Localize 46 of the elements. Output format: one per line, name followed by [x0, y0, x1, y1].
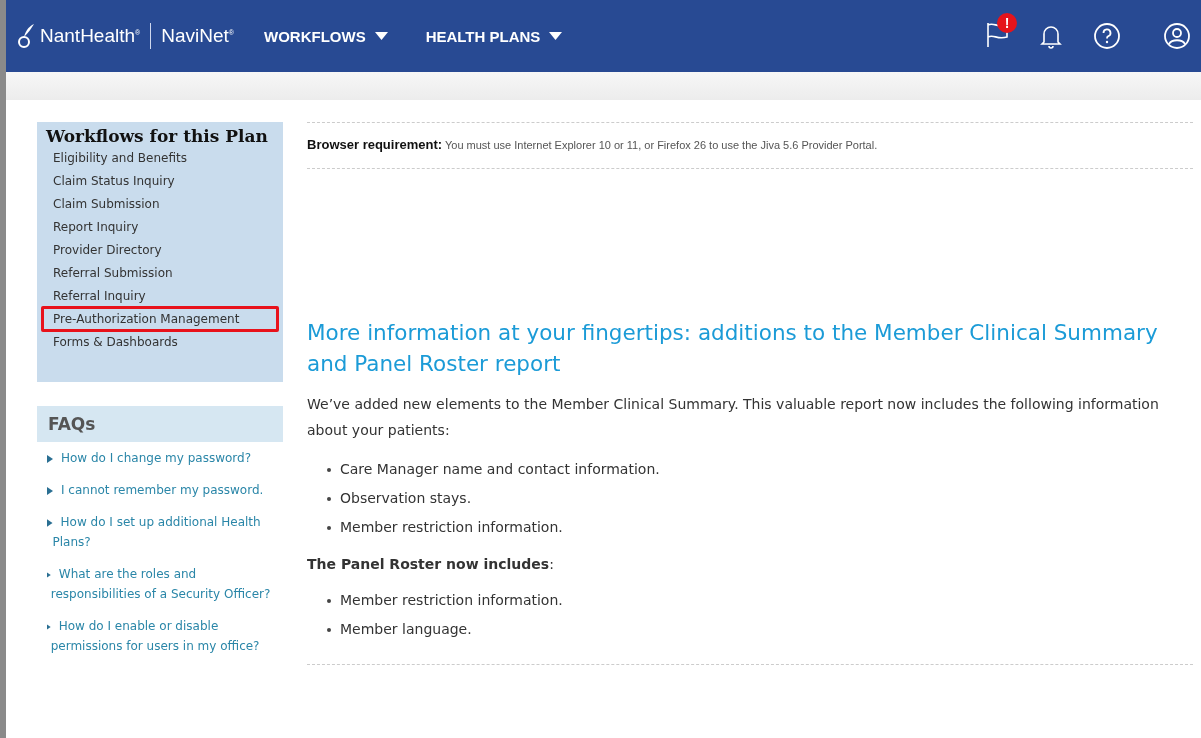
- bullet-text: Member restriction information.: [340, 518, 563, 537]
- bullet-icon: [327, 467, 331, 472]
- bullet-icon: [327, 627, 331, 632]
- faq-link[interactable]: How do I enable or disable permissions for users in my office?: [44, 616, 283, 656]
- faq-link[interactable]: How do I change my password?: [47, 448, 252, 468]
- triangle-icon: [47, 487, 53, 495]
- workflow-link[interactable]: Report Inquiry: [41, 214, 279, 240]
- caret-icon: [549, 32, 563, 40]
- workflow-link[interactable]: Forms & Dashboards: [41, 329, 279, 355]
- triangle-icon: [47, 571, 51, 579]
- alert-badge: !: [997, 13, 1017, 33]
- article-intro: We’ve added new elements to the Member Clinical Summary. This valuable report now includes the following information about your patients:: [307, 395, 1160, 440]
- bullet-text: Observation stays.: [340, 489, 472, 508]
- menu-button[interactable]: HEALTH PLANS: [425, 27, 563, 45]
- help-icon[interactable]: [1093, 22, 1121, 50]
- workflow-link[interactable]: Claim Status Inquiry: [41, 168, 279, 194]
- bullet-icon: [327, 598, 331, 603]
- workflow-link[interactable]: Provider Directory: [41, 237, 279, 263]
- panel-title: Workflows for this Plan: [46, 126, 269, 146]
- flag-icon[interactable]: [985, 20, 1009, 48]
- triangle-icon: [47, 455, 53, 463]
- article-heading: More information at your fingertips: additions to the Member Clinical Summary and Panel Roster report: [307, 319, 1159, 378]
- faq-link[interactable]: How do I set up additional Health Plans?: [46, 512, 283, 552]
- brand-name: NantHealth$^{®}$: [40, 25, 141, 47]
- caret-icon: [374, 32, 388, 40]
- bullet-icon: [327, 496, 331, 501]
- faq-link[interactable]: What are the roles and responsibilities of a Security Officer?: [44, 564, 283, 604]
- product-name: NaviNet$^{®}$: [161, 25, 234, 47]
- bullet-icon: [327, 525, 331, 530]
- workflow-link[interactable]: Referral Submission: [41, 260, 279, 286]
- user-avatar-icon[interactable]: [1163, 22, 1191, 50]
- workflow-link[interactable]: Referral Inquiry: [41, 283, 279, 309]
- browser-requirement-notice: Browser requirement: You must use Internet Explorer 10 or 11, or Firefox 26 to use the Jiva 5.6 Provider Portal.: [307, 122, 1193, 169]
- triangle-icon: [47, 623, 51, 631]
- bullet-text: Member language.: [340, 620, 472, 639]
- section-subheading: The Panel Roster now includes:: [307, 556, 555, 572]
- workflow-link[interactable]: Eligibility and Benefits: [41, 145, 279, 171]
- workflow-link[interactable]: Claim Submission: [41, 191, 279, 217]
- faq-link[interactable]: I cannot remember my password.: [47, 480, 264, 500]
- bullet-text: Member restriction information.: [340, 591, 563, 610]
- bullet-text: Care Manager name and contact information.: [340, 460, 660, 479]
- triangle-icon: [47, 519, 53, 527]
- faqs-title: FAQs: [37, 406, 283, 442]
- leaf-ring-icon: [18, 23, 34, 49]
- workflow-link[interactable]: Pre-Authorization Management: [41, 306, 279, 332]
- menu-button[interactable]: WORKFLOWS: [264, 27, 388, 45]
